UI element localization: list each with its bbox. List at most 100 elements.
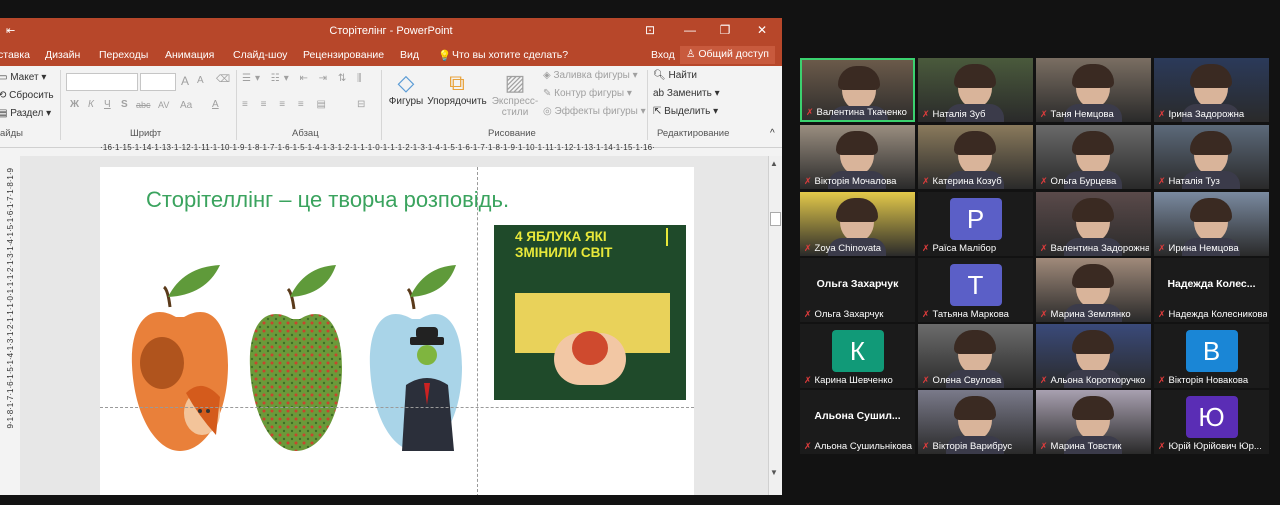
list-buttons-icon[interactable]: ☰▾ ☷▾ ⇤ ⇥ ⇅ <box>242 73 350 84</box>
arrange-button[interactable]: ⧉ Упорядочить <box>426 70 488 107</box>
participant-tile[interactable]: ✗ Ірина Задорожна <box>1154 58 1269 122</box>
participant-tile[interactable]: В ✗ Вікторія Новакова <box>1154 324 1269 388</box>
text-direction-icon[interactable]: ⫼ <box>357 73 362 84</box>
window-title: Сторітелінг - PowerPoint <box>329 25 453 37</box>
powerpoint-window: ⇤ Сторітелінг - PowerPoint ⊡ — ❐ ✕ ставк… <box>0 18 782 495</box>
character-spacing-button[interactable]: AV <box>158 100 169 110</box>
change-case-button[interactable]: Aa <box>180 100 192 111</box>
ribbon-display-options-icon[interactable]: ⊡ <box>640 23 660 37</box>
shape-effects-button[interactable]: ◎ Эффекты фигуры ▾ <box>543 106 646 117</box>
italic-button[interactable]: К <box>88 99 94 110</box>
tab-transitions[interactable]: Переходы <box>99 49 148 61</box>
mic-muted-icon: ✗ <box>1040 109 1048 119</box>
tab-design[interactable]: Дизайн <box>45 49 80 61</box>
alignment-buttons-icon[interactable]: ≡ ≡ ≡ ≡ ▤ <box>242 99 331 110</box>
participant-tile[interactable]: Ю ✗ Юрій Юрійович Юр... <box>1154 390 1269 454</box>
shrink-font-button[interactable]: A <box>197 75 204 86</box>
scrollbar-thumb[interactable] <box>770 212 781 226</box>
reset-button[interactable]: ⟲ Сбросить <box>0 90 54 101</box>
scroll-up-icon[interactable]: ▲ <box>770 159 778 168</box>
shape-outline-button[interactable]: ✎ Контур фигуры ▾ <box>543 88 632 99</box>
participant-tile[interactable]: Р ✗ Раїса Малібор <box>918 192 1033 256</box>
participant-tile[interactable]: ✗ Марина Товстик <box>1036 390 1151 454</box>
arrange-icon: ⧉ <box>449 70 465 95</box>
layout-button[interactable]: ▭ Макет ▾ <box>0 72 46 83</box>
find-button[interactable]: 🔍︎ Найти <box>653 70 697 81</box>
font-name-field[interactable] <box>66 73 138 91</box>
select-button[interactable]: ⇱ Выделить ▾ <box>653 106 718 117</box>
participant-tile[interactable]: ✗ Вікторія Мочалова <box>800 125 915 189</box>
signin-link[interactable]: Вход <box>651 49 675 61</box>
close-button[interactable]: ✕ <box>752 23 772 37</box>
clear-format-icon[interactable]: ⌫ <box>216 74 230 85</box>
participant-tile[interactable]: Надежда Колес... ✗ Надежда Колесникова <box>1154 258 1269 322</box>
shadow-button[interactable]: S <box>121 99 128 110</box>
bold-button[interactable]: Ж <box>70 99 79 110</box>
person-icon: ♙ <box>686 48 699 60</box>
participant-tile[interactable]: ✗ Zoya Chinovata <box>800 192 915 256</box>
share-button[interactable]: ♙ Общий доступ <box>680 46 775 64</box>
participant-tile[interactable]: Ольга Захарчук ✗ Ольга Захарчук <box>800 258 915 322</box>
participant-hair <box>954 64 996 88</box>
participant-tile[interactable]: ✗ Таня Немцова <box>1036 58 1151 122</box>
apple-eve-image[interactable] <box>128 265 232 455</box>
participant-name-text: Ирина Немцова <box>1168 243 1239 254</box>
tab-view[interactable]: Вид <box>400 49 419 61</box>
shapes-button[interactable]: ◇ Фигуры <box>386 70 426 107</box>
slide-canvas[interactable]: Сторітеллінг – це творча розповідь. 4 ЯБ… <box>100 167 694 495</box>
vertical-scrollbar[interactable]: ▲ ▼ <box>768 156 782 495</box>
slide-title[interactable]: Сторітеллінг – це творча розповідь. <box>146 187 509 213</box>
restore-button[interactable]: ❐ <box>715 23 735 37</box>
participant-tile[interactable]: ✗ Олена Свулова <box>918 324 1033 388</box>
quick-styles-button[interactable]: ▨ Экспресс- стили <box>490 70 540 118</box>
replace-button[interactable]: ab Заменить ▾ <box>653 88 720 99</box>
cursor-icon: ⇱ <box>653 106 665 117</box>
font-size-field[interactable] <box>140 73 176 91</box>
section-button[interactable]: ▤ Раздел ▾ <box>0 108 51 119</box>
font-color-button[interactable]: A <box>212 99 219 110</box>
participant-tile[interactable]: ✗ Ольга Бурцева <box>1036 125 1151 189</box>
participant-tile[interactable]: ✗ Наталія Зуб <box>918 58 1033 122</box>
participant-hair <box>1190 198 1232 222</box>
participant-tile[interactable]: ✗ Наталія Туз <box>1154 125 1269 189</box>
participant-name: ✗ Альона Короткоручко <box>1040 375 1149 386</box>
book-cover-image[interactable]: 4 ЯБЛУКА ЯКІ ЗМІНИЛИ СВІТ <box>494 225 686 400</box>
participant-tile[interactable]: ✗ Катерина Козуб <box>918 125 1033 189</box>
participant-name-text: Ольга Захарчук <box>814 309 884 320</box>
tab-animations[interactable]: Анимация <box>165 49 214 61</box>
mic-muted-icon: ✗ <box>1158 109 1166 119</box>
participant-name: ✗ Валентина Ткаченко <box>806 107 911 118</box>
align-text-icon[interactable]: ⊟ <box>357 99 365 110</box>
participant-name: ✗ Наталія Туз <box>1158 176 1267 187</box>
tab-review[interactable]: Рецензирование <box>303 49 384 61</box>
apple-son-of-man-image[interactable] <box>366 265 466 455</box>
shape-fill-button[interactable]: ◈ Заливка фигуры ▾ <box>543 70 638 81</box>
participant-tile[interactable]: ✗ Марина Землянко <box>1036 258 1151 322</box>
apple-newton-image[interactable] <box>246 265 346 455</box>
tab-slideshow[interactable]: Слайд-шоу <box>233 49 287 61</box>
scroll-down-icon[interactable]: ▼ <box>770 468 778 477</box>
mic-muted-icon: ✗ <box>922 176 930 186</box>
participant-tile[interactable]: ✗ Валентина Задорожна <box>1036 192 1151 256</box>
participant-hair <box>1072 264 1114 288</box>
collapse-ribbon-icon[interactable]: ^ <box>770 128 775 139</box>
participant-tile[interactable]: ✗ Ирина Немцова <box>1154 192 1269 256</box>
participant-name: ✗ Альона Сушильнікова <box>804 441 913 452</box>
participant-display-name: Ольга Захарчук <box>816 278 899 290</box>
participant-hair <box>954 396 996 420</box>
tell-me-input[interactable]: Что вы хотите сделать? <box>452 49 568 61</box>
tab-insert[interactable]: ставка <box>0 49 30 61</box>
participant-tile[interactable]: ✗ Вікторія Варибрус <box>918 390 1033 454</box>
participant-hair <box>954 330 996 354</box>
mic-muted-icon: ✗ <box>804 309 812 319</box>
minimize-button[interactable]: — <box>680 23 700 37</box>
participant-tile[interactable]: ✗ Валентина Ткаченко <box>800 58 915 122</box>
grow-font-button[interactable]: A <box>181 74 189 88</box>
participant-hair <box>838 66 880 90</box>
participant-tile[interactable]: Альона Сушил... ✗ Альона Сушильнікова <box>800 390 915 454</box>
underline-button[interactable]: Ч <box>104 99 111 110</box>
participant-tile[interactable]: Т ✗ Татьяна Маркова <box>918 258 1033 322</box>
participant-tile[interactable]: К ✗ Карина Шевченко <box>800 324 915 388</box>
participant-tile[interactable]: ✗ Альона Короткоручко <box>1036 324 1151 388</box>
strikethrough-button[interactable]: abc <box>136 100 151 110</box>
